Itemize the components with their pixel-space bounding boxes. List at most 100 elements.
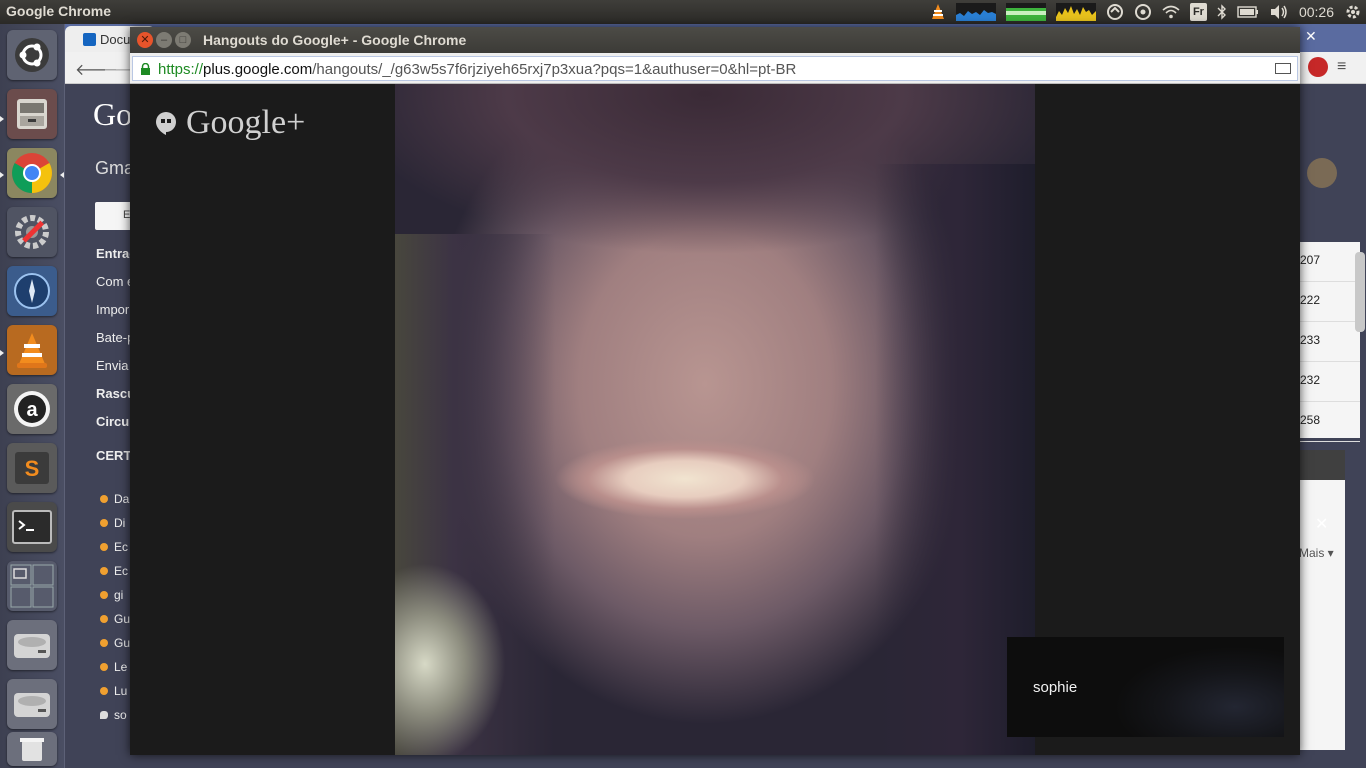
running-indicator (0, 116, 4, 122)
chat-more-menu[interactable]: Mais ▾ (1299, 546, 1334, 560)
contact-item[interactable]: Ec (100, 564, 130, 578)
contact-item[interactable]: Le (100, 660, 130, 674)
contact-item[interactable]: Da (100, 492, 130, 506)
clock[interactable]: 00:26 (1299, 3, 1334, 21)
window-maximize-button[interactable]: □ (175, 32, 191, 48)
indicator-area: Fr 00:26 (930, 0, 1362, 24)
close-icon[interactable]: ✕ (1305, 28, 1317, 45)
chat-bubble-icon (100, 711, 108, 719)
launcher-dash-home[interactable] (7, 30, 57, 80)
folder-drafts[interactable]: Rascu (96, 386, 130, 401)
launcher-vlc[interactable] (7, 325, 57, 375)
avatar[interactable] (1307, 158, 1337, 188)
contact-item[interactable]: Di (100, 516, 130, 530)
launcher-system-settings[interactable] (7, 207, 57, 257)
folder-inbox[interactable]: Entrada (96, 246, 130, 261)
launcher-web-browser[interactable] (7, 266, 57, 316)
amazon-a-icon: a (14, 391, 50, 427)
page-action-icon[interactable] (1275, 63, 1291, 74)
url-text: https://plus.google.com/hangouts/_/g63w5… (158, 61, 796, 78)
extension-stop-icon[interactable] (1308, 57, 1328, 77)
hard-drive-icon (14, 693, 50, 717)
folder-chats[interactable]: Bate-p (96, 330, 130, 345)
hangout-window: ✕ – □ Hangouts do Google+ - Google Chrom… (130, 27, 1300, 755)
keyboard-layout-icon[interactable]: Fr (1189, 3, 1207, 21)
power-gear-icon[interactable] (1344, 3, 1362, 21)
bg-tab-label: Docu (100, 31, 131, 47)
mail-row[interactable]: 233 (1300, 322, 1360, 362)
scrollbar[interactable] (1355, 252, 1365, 332)
sync-icon[interactable] (1106, 3, 1124, 21)
trash-icon (20, 738, 44, 761)
memory-meter-icon[interactable] (1005, 3, 1046, 21)
contact-item[interactable]: so (100, 708, 130, 722)
mail-row[interactable]: 222 (1300, 282, 1360, 322)
launcher-terminal[interactable] (7, 502, 57, 552)
contact-item[interactable]: Gu (100, 612, 130, 626)
hard-drive-icon (14, 634, 50, 658)
status-dot-icon (100, 495, 108, 503)
launcher-drive-2[interactable] (7, 679, 57, 729)
google-plus-logo[interactable]: Google+ (154, 104, 305, 142)
main-video-feed[interactable] (395, 84, 1035, 755)
chat-header[interactable] (1300, 450, 1345, 480)
status-dot-icon (100, 687, 108, 695)
status-dot-icon (100, 615, 108, 623)
trello-favicon-icon (83, 32, 96, 46)
window-titlebar[interactable]: ✕ – □ Hangouts do Google+ - Google Chrom… (130, 27, 1300, 53)
launcher-workspaces[interactable] (7, 561, 57, 611)
address-field[interactable]: https://plus.google.com/hangouts/_/g63w5… (132, 56, 1298, 81)
folder-starred[interactable]: Com e (96, 274, 130, 289)
window-title: Hangouts do Google+ - Google Chrome (203, 32, 467, 48)
menu-icon[interactable]: ≡ (1337, 58, 1346, 76)
mail-row[interactable]: 258 (1300, 402, 1360, 442)
window-minimize-button[interactable]: – (156, 32, 172, 48)
window-close-button[interactable]: ✕ (137, 32, 153, 48)
launcher-amazon[interactable]: a (7, 384, 57, 434)
top-panel: Google Chrome Fr 00:26 (0, 0, 1366, 24)
update-icon[interactable] (1134, 3, 1152, 21)
url-scheme: https:// (158, 61, 204, 78)
contact-item[interactable]: Lu (100, 684, 130, 698)
status-dot-icon (100, 519, 108, 527)
file-cabinet-icon (17, 99, 47, 129)
status-dot-icon (100, 663, 108, 671)
chat-window-peek (1300, 450, 1345, 750)
folder-sent[interactable]: Envia (96, 358, 130, 373)
contact-item[interactable]: Ec (100, 540, 130, 554)
launcher-google-chrome[interactable] (7, 148, 57, 198)
folder-circles[interactable]: Circu (96, 414, 130, 429)
running-indicator (0, 350, 4, 356)
compass-icon (14, 273, 50, 309)
status-dot-icon (100, 639, 108, 647)
mail-row[interactable]: 207 (1300, 242, 1360, 282)
video-smile (545, 424, 825, 534)
gmail-label[interactable]: Gma (95, 158, 134, 179)
contact-item[interactable]: gi (100, 588, 130, 602)
wifi-icon[interactable] (1162, 3, 1180, 21)
bluetooth-icon[interactable] (1217, 3, 1227, 21)
cpu-meter-icon[interactable] (955, 3, 996, 21)
sublime-icon: S (15, 452, 49, 484)
mail-list-peek: 207 222 233 232 258 (1300, 242, 1360, 442)
network-meter-icon[interactable] (1055, 3, 1096, 21)
folder-cert[interactable]: CERT (96, 448, 130, 463)
folder-important[interactable]: Impor (96, 302, 130, 317)
chat-close-icon[interactable]: ✕ (1315, 514, 1328, 534)
launcher-trash[interactable] (7, 732, 57, 766)
url-host: plus.google.com (203, 61, 313, 78)
launcher-drive-1[interactable] (7, 620, 57, 670)
volume-icon[interactable] (1269, 3, 1289, 21)
settings-wrench-icon (15, 215, 49, 249)
status-dot-icon (100, 543, 108, 551)
launcher-sublime-text[interactable]: S (7, 443, 57, 493)
launcher-files[interactable] (7, 89, 57, 139)
vlc-icon[interactable] (930, 3, 946, 21)
mail-row[interactable]: 232 (1300, 362, 1360, 402)
video-light-left (395, 564, 505, 755)
battery-icon[interactable] (1237, 3, 1259, 21)
participant-thumbnail[interactable]: sophie (1007, 637, 1284, 737)
vlc-cone-icon (17, 333, 47, 368)
contact-item[interactable]: Gu (100, 636, 130, 650)
url-path: /hangouts/_/g63w5s7f6rjziyeh65rxj7p3xua?… (312, 61, 797, 78)
